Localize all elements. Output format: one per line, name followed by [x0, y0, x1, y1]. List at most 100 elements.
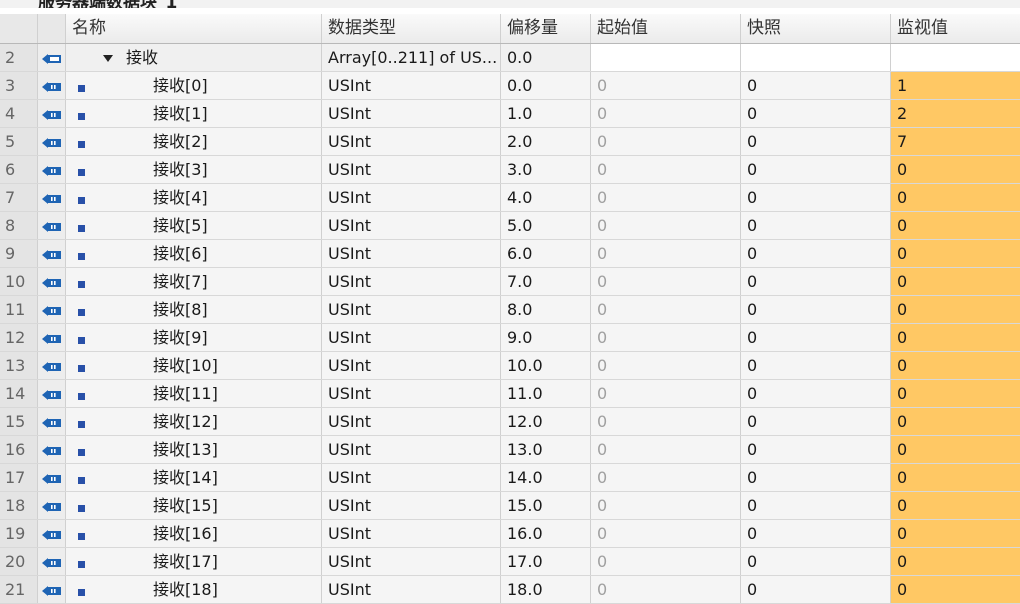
start-cell[interactable]: 0 [591, 576, 741, 603]
start-cell[interactable]: 0 [591, 464, 741, 491]
monitor-cell[interactable]: 0 [891, 380, 1020, 407]
name-cell[interactable]: 接收[8] [66, 296, 322, 323]
type-cell[interactable]: USInt [322, 520, 501, 547]
name-cell[interactable]: 接收[15] [66, 492, 322, 519]
table-row[interactable]: 20 接收[17] USInt 17.0 0 0 0 [0, 548, 1020, 576]
monitor-cell[interactable]: 0 [891, 240, 1020, 267]
start-cell[interactable] [591, 44, 741, 71]
table-row[interactable]: 14 接收[11] USInt 11.0 0 0 0 [0, 380, 1020, 408]
type-cell[interactable]: USInt [322, 352, 501, 379]
name-cell[interactable]: 接收[4] [66, 184, 322, 211]
monitor-cell[interactable]: 0 [891, 324, 1020, 351]
monitor-cell[interactable]: 0 [891, 156, 1020, 183]
type-cell[interactable]: USInt [322, 268, 501, 295]
name-cell[interactable]: 接收 [66, 44, 322, 71]
table-row[interactable]: 18 接收[15] USInt 15.0 0 0 0 [0, 492, 1020, 520]
start-cell[interactable]: 0 [591, 156, 741, 183]
name-cell[interactable]: 接收[11] [66, 380, 322, 407]
monitor-cell[interactable]: 0 [891, 576, 1020, 603]
header-name[interactable]: 名称 [66, 14, 322, 43]
table-row[interactable]: 10 接收[7] USInt 7.0 0 0 0 [0, 268, 1020, 296]
type-cell[interactable]: USInt [322, 296, 501, 323]
monitor-cell[interactable]: 0 [891, 548, 1020, 575]
type-cell[interactable]: USInt [322, 380, 501, 407]
table-row[interactable]: 6 接收[3] USInt 3.0 0 0 0 [0, 156, 1020, 184]
collapse-triangle-icon[interactable] [103, 55, 113, 62]
table-row[interactable]: 11 接收[8] USInt 8.0 0 0 0 [0, 296, 1020, 324]
monitor-cell[interactable]: 0 [891, 408, 1020, 435]
header-start[interactable]: 起始值 [591, 14, 741, 43]
name-cell[interactable]: 接收[13] [66, 436, 322, 463]
type-cell[interactable]: USInt [322, 72, 501, 99]
name-cell[interactable]: 接收[2] [66, 128, 322, 155]
table-row[interactable]: 15 接收[12] USInt 12.0 0 0 0 [0, 408, 1020, 436]
monitor-cell[interactable] [891, 44, 1020, 71]
type-cell[interactable]: USInt [322, 408, 501, 435]
type-cell[interactable]: USInt [322, 156, 501, 183]
type-cell[interactable]: USInt [322, 464, 501, 491]
table-row[interactable]: 7 接收[4] USInt 4.0 0 0 0 [0, 184, 1020, 212]
table-row-parent[interactable]: 2 接收 Array[0..211] of US... 0.0 [0, 44, 1020, 72]
table-row[interactable]: 12 接收[9] USInt 9.0 0 0 0 [0, 324, 1020, 352]
table-row[interactable]: 19 接收[16] USInt 16.0 0 0 0 [0, 520, 1020, 548]
monitor-cell[interactable]: 0 [891, 296, 1020, 323]
name-cell[interactable]: 接收[9] [66, 324, 322, 351]
type-cell[interactable]: USInt [322, 492, 501, 519]
table-row[interactable]: 8 接收[5] USInt 5.0 0 0 0 [0, 212, 1020, 240]
start-cell[interactable]: 0 [591, 72, 741, 99]
table-row[interactable]: 21 接收[18] USInt 18.0 0 0 0 [0, 576, 1020, 604]
name-cell[interactable]: 接收[17] [66, 548, 322, 575]
monitor-cell[interactable]: 0 [891, 520, 1020, 547]
type-cell[interactable]: USInt [322, 128, 501, 155]
table-row[interactable]: 9 接收[6] USInt 6.0 0 0 0 [0, 240, 1020, 268]
monitor-cell[interactable]: 0 [891, 212, 1020, 239]
type-cell[interactable]: Array[0..211] of US... [322, 44, 501, 71]
type-cell[interactable]: USInt [322, 212, 501, 239]
monitor-cell[interactable]: 0 [891, 268, 1020, 295]
monitor-cell[interactable]: 1 [891, 72, 1020, 99]
type-cell[interactable]: USInt [322, 240, 501, 267]
header-snapshot[interactable]: 快照 [741, 14, 891, 43]
type-cell[interactable]: USInt [322, 548, 501, 575]
name-cell[interactable]: 接收[18] [66, 576, 322, 603]
start-cell[interactable]: 0 [591, 492, 741, 519]
monitor-cell[interactable]: 2 [891, 100, 1020, 127]
header-monitor[interactable]: 监视值 [891, 14, 1020, 43]
type-cell[interactable]: USInt [322, 184, 501, 211]
start-cell[interactable]: 0 [591, 380, 741, 407]
name-cell[interactable]: 接收[3] [66, 156, 322, 183]
start-cell[interactable]: 0 [591, 408, 741, 435]
table-row[interactable]: 17 接收[14] USInt 14.0 0 0 0 [0, 464, 1020, 492]
start-cell[interactable]: 0 [591, 184, 741, 211]
table-row[interactable]: 4 接收[1] USInt 1.0 0 0 2 [0, 100, 1020, 128]
start-cell[interactable]: 0 [591, 324, 741, 351]
name-cell[interactable]: 接收[16] [66, 520, 322, 547]
monitor-cell[interactable]: 0 [891, 184, 1020, 211]
name-cell[interactable]: 接收[12] [66, 408, 322, 435]
start-cell[interactable]: 0 [591, 352, 741, 379]
type-cell[interactable]: USInt [322, 576, 501, 603]
start-cell[interactable]: 0 [591, 296, 741, 323]
start-cell[interactable]: 0 [591, 128, 741, 155]
start-cell[interactable]: 0 [591, 436, 741, 463]
name-cell[interactable]: 接收[7] [66, 268, 322, 295]
name-cell[interactable]: 接收[6] [66, 240, 322, 267]
start-cell[interactable]: 0 [591, 212, 741, 239]
type-cell[interactable]: USInt [322, 324, 501, 351]
monitor-cell[interactable]: 0 [891, 352, 1020, 379]
start-cell[interactable]: 0 [591, 100, 741, 127]
table-row[interactable]: 13 接收[10] USInt 10.0 0 0 0 [0, 352, 1020, 380]
name-cell[interactable]: 接收[5] [66, 212, 322, 239]
start-cell[interactable]: 0 [591, 240, 741, 267]
type-cell[interactable]: USInt [322, 436, 501, 463]
name-cell[interactable]: 接收[10] [66, 352, 322, 379]
monitor-cell[interactable]: 0 [891, 436, 1020, 463]
header-offset[interactable]: 偏移量 [501, 14, 591, 43]
table-row[interactable]: 16 接收[13] USInt 13.0 0 0 0 [0, 436, 1020, 464]
start-cell[interactable]: 0 [591, 548, 741, 575]
table-row[interactable]: 5 接收[2] USInt 2.0 0 0 7 [0, 128, 1020, 156]
table-row[interactable]: 3 接收[0] USInt 0.0 0 0 1 [0, 72, 1020, 100]
start-cell[interactable]: 0 [591, 268, 741, 295]
monitor-cell[interactable]: 0 [891, 464, 1020, 491]
type-cell[interactable]: USInt [322, 100, 501, 127]
